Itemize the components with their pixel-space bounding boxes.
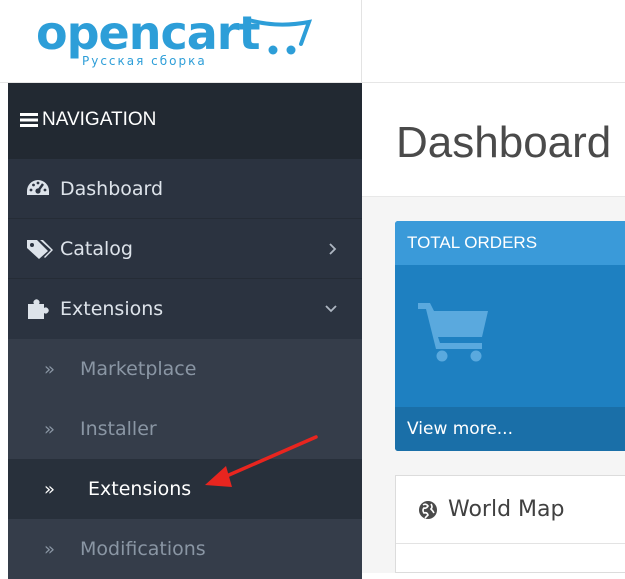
sidebar-item-label: Extensions [60,298,164,320]
view-more-link[interactable]: View more... [395,407,625,451]
logo-cart-icon [247,18,313,55]
globe-icon [418,500,438,520]
navigation-header-label: NAVIGATION [42,109,157,130]
shopping-cart-icon [418,303,488,362]
world-map-panel: World Map [395,475,625,573]
chevron-right-icon [328,242,338,256]
logo[interactable]: opencart Русская сборка [0,0,362,82]
logo-subtitle: Русская сборка [82,54,207,68]
chevron-down-icon [324,304,338,314]
sidebar-subitem-marketplace[interactable]: » Marketplace [8,339,362,399]
double-chevron-right-icon: » [44,418,56,440]
panel-heading: World Map [396,476,625,544]
sidebar-subitem-label: Marketplace [80,358,197,380]
logo-wordmark: opencart [36,6,260,60]
page-title: Dashboard [396,118,612,167]
top-header: opencart Русская сборка [0,0,625,83]
sidebar-subitem-label: Extensions [88,478,192,500]
double-chevron-right-icon: » [44,478,56,500]
double-chevron-right-icon: » [44,538,56,560]
sidebar-item-label: Catalog [60,237,133,260]
sidebar-subitem-label: Modifications [80,538,206,560]
dashboard-icon [26,178,60,200]
tile-heading: TOTAL ORDERS [395,221,625,265]
sidebar-item-catalog[interactable]: Catalog [8,219,362,279]
sidebar-item-label: Dashboard [60,177,164,200]
sidebar-subitem-installer[interactable]: » Installer [8,399,362,459]
page-header: Dashboard [362,83,625,197]
total-orders-tile: TOTAL ORDERS View more... [395,221,625,451]
sidebar-navigation: NAVIGATION Dashboard Catalog Extensions … [8,83,362,579]
sidebar-subitem-extensions[interactable]: » Extensions [8,459,362,519]
navigation-header: NAVIGATION [8,83,362,159]
double-chevron-right-icon: » [44,358,56,380]
puzzle-icon [26,298,60,320]
sidebar-subitem-label: Installer [80,418,157,440]
sidebar-subitem-modifications[interactable]: » Modifications [8,519,362,579]
hamburger-icon [20,112,38,128]
sidebar-item-dashboard[interactable]: Dashboard [8,159,362,219]
panel-title: World Map [448,497,565,522]
sidebar-item-extensions[interactable]: Extensions [8,279,362,339]
tags-icon [26,238,60,260]
